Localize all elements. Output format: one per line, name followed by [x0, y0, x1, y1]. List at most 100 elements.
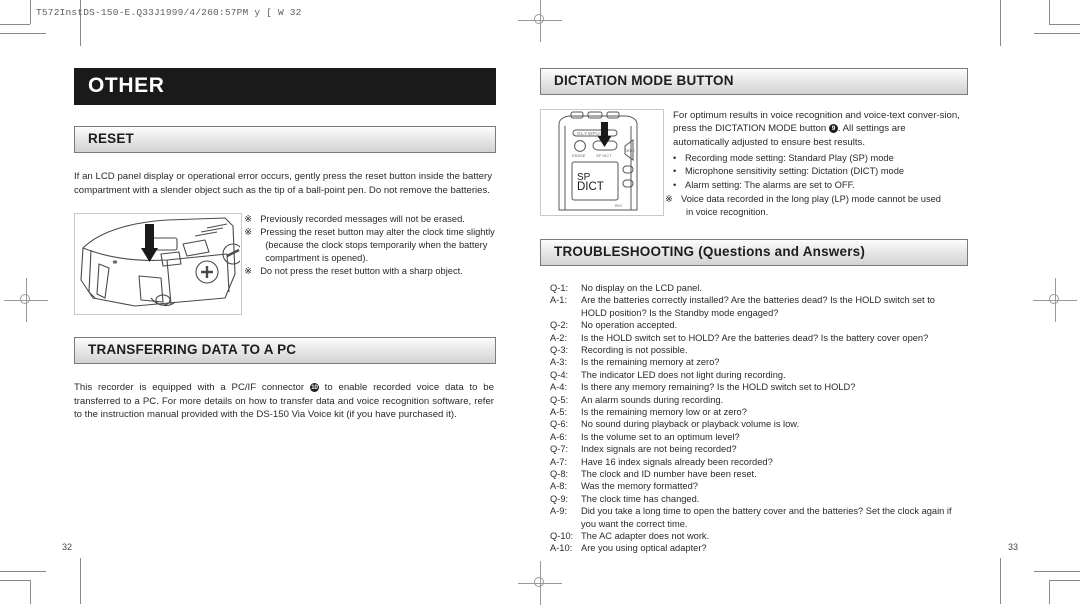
- qa-entry: Q-10: The AC adapter does not work.: [550, 530, 968, 542]
- qa-text: No display on the LCD panel.: [581, 282, 702, 293]
- bullet-icon: •: [673, 166, 677, 177]
- qa-label: Q-6:: [550, 419, 569, 430]
- left-page: OTHER RESET If an LCD panel display or o…: [0, 0, 540, 604]
- svg-text:MENU: MENU: [625, 149, 635, 153]
- qa-text: Recording is not possible.: [581, 344, 688, 355]
- right-page: DICTATION MODE BUTTON OLYMPUS ERASE SP D…: [540, 0, 1080, 604]
- qa-text: Did you take a long time to open the bat…: [581, 506, 952, 517]
- svg-text:DICT: DICT: [577, 181, 604, 193]
- qa-label: Q-7:: [550, 444, 569, 455]
- illustration-recorder-dictation-mode: OLYMPUS ERASE SP DICT MENU REC SP DICT: [540, 108, 664, 216]
- qa-entry: A-9: Did you take a long time to open the…: [550, 505, 968, 517]
- reference-mark-icon: ※: [244, 214, 252, 225]
- reference-mark-icon: ※: [244, 266, 252, 277]
- qa-text: The clock and ID number have been reset.: [581, 469, 757, 480]
- qa-label: A-9:: [550, 506, 568, 517]
- qa-entry: A-4: Is there any memory remaining? Is th…: [550, 381, 968, 393]
- qa-label: A-6:: [550, 431, 568, 442]
- qa-entry: Q-5: An alarm sounds during recording.: [550, 394, 968, 406]
- qa-text: The AC adapter does not work.: [581, 531, 710, 542]
- qa-entry: A-7: Have 16 index signals already been r…: [550, 456, 968, 468]
- page-number-right: 33: [1007, 542, 1018, 552]
- qa-label: A-7:: [550, 456, 568, 467]
- troubleshooting-qa-list: Q-1: No display on the LCD panel. A-1: Are …: [540, 282, 968, 555]
- reference-mark-icon: ※: [244, 227, 252, 238]
- svg-text:OLYMPUS: OLYMPUS: [577, 131, 604, 136]
- dictation-note: ※ Voice data recorded in the long play (L…: [665, 193, 961, 219]
- dictation-note-cont: in voice recognition.: [686, 207, 769, 218]
- qa-label: A-2:: [550, 332, 568, 343]
- svg-text:ERASE: ERASE: [572, 153, 586, 158]
- qa-label: Q-3:: [550, 344, 569, 355]
- section-heading-transferring-data: TRANSFERRING DATA TO A PC: [74, 337, 496, 364]
- illustration-battery-compartment-reset: [74, 213, 243, 316]
- qa-text: Is there any memory remaining? Is the HO…: [581, 382, 856, 393]
- qa-entry: A-6: Is the volume set to an optimum leve…: [550, 431, 968, 443]
- page-number-left: 32: [62, 542, 73, 552]
- qa-label: A-8:: [550, 481, 568, 492]
- qa-entry: Q-6: No sound during playback or playback…: [550, 418, 968, 430]
- qa-text: The indicator LED does not light during …: [581, 369, 786, 380]
- qa-entry: Q-8: The clock and ID number have been re…: [550, 468, 968, 480]
- qa-entry: A-2: Is the HOLD switch set to HOLD? Are …: [550, 332, 968, 344]
- qa-entry: Q-9: The clock time has changed.: [550, 493, 968, 505]
- qa-text: Index signals are not being recorded?: [581, 444, 737, 455]
- qa-text-continuation: you want the correct time.: [581, 518, 688, 529]
- qa-label: Q-9:: [550, 493, 569, 504]
- qa-label: Q-2:: [550, 320, 569, 331]
- qa-entry: A-3: Is the remaining memory at zero?: [550, 356, 968, 368]
- qa-label: Q-5:: [550, 394, 569, 405]
- qa-label: A-4:: [550, 382, 568, 393]
- list-item: • Recording mode setting: Standard Play (…: [673, 152, 961, 165]
- dictation-button-number-badge: 9: [828, 124, 838, 134]
- list-item: • Alarm setting: The alarms are set to OF…: [673, 179, 961, 192]
- reset-note-2-cont-a: (because the clock stops temporarily whe…: [265, 240, 488, 251]
- list-item: • Microphone sensitivity setting: Dictati…: [673, 165, 961, 178]
- qa-text: Is the remaining memory at zero?: [581, 357, 720, 368]
- qa-text: Is the volume set to an optimum level?: [581, 431, 740, 442]
- dictation-body-text: For optimum results in voice recognition…: [673, 109, 960, 149]
- qa-label: A-3:: [550, 357, 568, 368]
- qa-text: Was the memory formatted?: [581, 481, 698, 492]
- qa-entry: A-1: Are the batteries correctly installe…: [550, 294, 968, 306]
- qa-entry: Q-3: Recording is not possible.: [550, 344, 968, 356]
- transferring-body-text: This recorder is equipped with a PC/IF c…: [74, 381, 494, 421]
- qa-label: A-10:: [550, 543, 573, 554]
- section-heading-dictation-mode-button: DICTATION MODE BUTTON: [540, 68, 968, 95]
- svg-text:REC: REC: [615, 204, 623, 208]
- reference-mark-icon: ※: [665, 194, 673, 205]
- bullet-icon: •: [673, 179, 677, 190]
- qa-text: Is the remaining memory low or at zero?: [581, 407, 747, 418]
- qa-text: Is the HOLD switch set to HOLD? Are the …: [581, 332, 929, 343]
- qa-label: Q-10:: [550, 531, 574, 542]
- qa-text: The clock time has changed.: [581, 493, 700, 504]
- qa-label: A-5:: [550, 407, 568, 418]
- qa-label: Q-8:: [550, 469, 569, 480]
- svg-text:SP DICT: SP DICT: [596, 153, 612, 158]
- section-heading-reset: RESET: [74, 126, 496, 153]
- qa-label: Q-4:: [550, 369, 569, 380]
- reset-note-2-cont-b: compartment is opened).: [265, 253, 369, 264]
- qa-text: Are you using optical adapter?: [581, 543, 707, 554]
- qa-entry: Q-1: No display on the LCD panel.: [550, 282, 968, 294]
- reset-note-3: ※ Do not press the reset button with a sh…: [244, 265, 496, 278]
- qa-entry: A-5: Is the remaining memory low or at ze…: [550, 406, 968, 418]
- qa-text: No operation accepted.: [581, 320, 678, 331]
- qa-text-continuation: HOLD position? Is the Standby mode engag…: [581, 307, 779, 318]
- qa-entry: A-8: Was the memory formatted?: [550, 480, 968, 492]
- qa-label: Q-1:: [550, 282, 569, 293]
- qa-entry: Q-2: No operation accepted.: [550, 319, 968, 331]
- dictation-settings-list: • Recording mode setting: Standard Play (…: [673, 152, 961, 192]
- qa-text: Are the batteries correctly installed? A…: [581, 295, 935, 306]
- reset-note-2: ※ Pressing the reset button may alter the…: [244, 226, 496, 239]
- reset-notes: ※ Previously recorded messages will not b…: [244, 213, 496, 278]
- connector-number-badge: 10: [309, 382, 319, 392]
- section-heading-troubleshooting: TROUBLESHOOTING (Questions and Answers): [540, 239, 968, 266]
- bullet-icon: •: [673, 152, 677, 163]
- reset-body-text: If an LCD panel display or operational e…: [74, 170, 492, 196]
- qa-entry: Q-7: Index signals are not being recorded…: [550, 443, 968, 455]
- reset-note-1: ※ Previously recorded messages will not b…: [244, 213, 496, 226]
- chapter-title: OTHER: [74, 68, 496, 106]
- qa-label: A-1:: [550, 295, 568, 306]
- right-page-column: DICTATION MODE BUTTON OLYMPUS ERASE SP D…: [540, 68, 968, 555]
